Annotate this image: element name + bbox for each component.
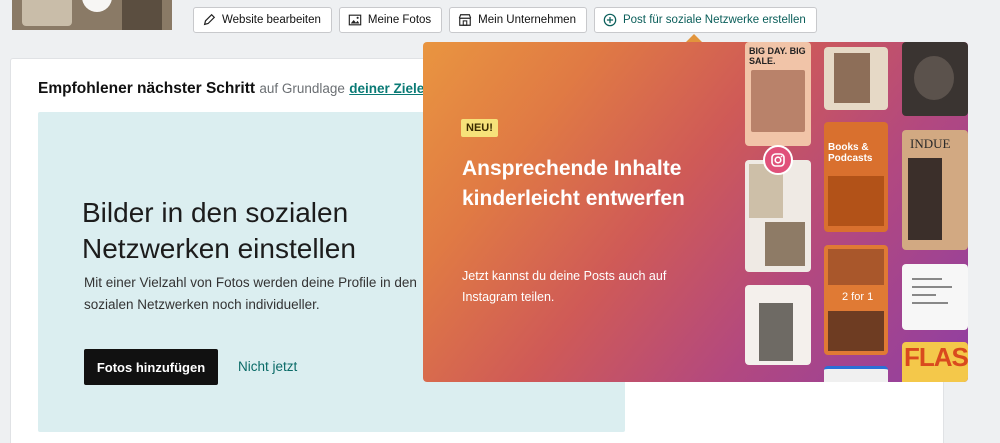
goals-link[interactable]: deiner Ziele [349,81,424,96]
my-business-button[interactable]: Mein Unternehmen [449,7,587,33]
recommendation-title: Empfohlener nächster Schritt [38,80,256,97]
template-tile [824,366,888,382]
recommendation-header: Empfohlener nächster Schritt auf Grundla… [38,80,424,98]
my-photos-label: Meine Fotos [367,14,432,26]
storefront-icon [458,14,472,26]
promo-heading: Ansprechende Inhalte kinderleicht entwer… [462,157,685,210]
cover-photo-thumbnail[interactable] [12,0,172,30]
my-photos-button[interactable]: Meine Fotos [338,7,443,33]
template-tile-text: BIG DAY. BIG SALE. [749,46,806,66]
new-badge: NEU! [461,119,498,137]
template-tile [824,47,888,110]
social-promo-popover: NEU! Ansprechende Inhalte kinderleicht e… [423,42,968,382]
my-business-label: Mein Unternehmen [478,14,576,26]
next-step-heading: Bilder in den sozialen Netzwerken einste… [82,197,356,264]
top-strip: Website bearbeiten Meine Fotos Mein Unte… [0,0,1000,40]
template-tile-text: Books & Podcasts [828,142,873,164]
template-tile: INDUE [902,130,968,250]
next-step-description: Mit einer Vielzahl von Fotos werden dein… [84,275,417,312]
promo-description: Jetzt kannst du deine Posts auch auf Ins… [462,269,667,304]
plus-circle-icon [603,13,617,27]
template-tile-text: FLASH [904,342,968,372]
template-tile-text: 2 for 1 [842,291,874,303]
create-social-post-label: Post für soziale Netzwerke erstellen [622,14,806,26]
template-tile [745,285,811,365]
template-tile: FLASH [902,342,968,382]
template-tile: BIG DAY. BIG SALE. [745,42,811,146]
not-now-link[interactable]: Nicht jetzt [238,359,297,374]
add-photos-button[interactable]: Fotos hinzufügen [84,349,218,385]
edit-website-button[interactable]: Website bearbeiten [193,7,332,33]
template-tile-text: INDUE [910,136,951,151]
pencil-icon [203,13,216,26]
template-tile [902,42,968,116]
template-tile [745,160,811,272]
template-tile [902,264,968,330]
popover-pointer [686,34,702,42]
edit-website-label: Website bearbeiten [222,14,321,26]
template-tile: 2 for 1 [824,245,888,355]
image-icon [348,14,362,26]
quick-actions-toolbar: Website bearbeiten Meine Fotos Mein Unte… [193,7,817,33]
create-social-post-button[interactable]: Post für soziale Netzwerke erstellen [593,7,817,33]
recommendation-subtitle: auf Grundlage [259,81,345,96]
instagram-icon [763,145,793,175]
template-tile: Books & Podcasts [824,122,888,232]
